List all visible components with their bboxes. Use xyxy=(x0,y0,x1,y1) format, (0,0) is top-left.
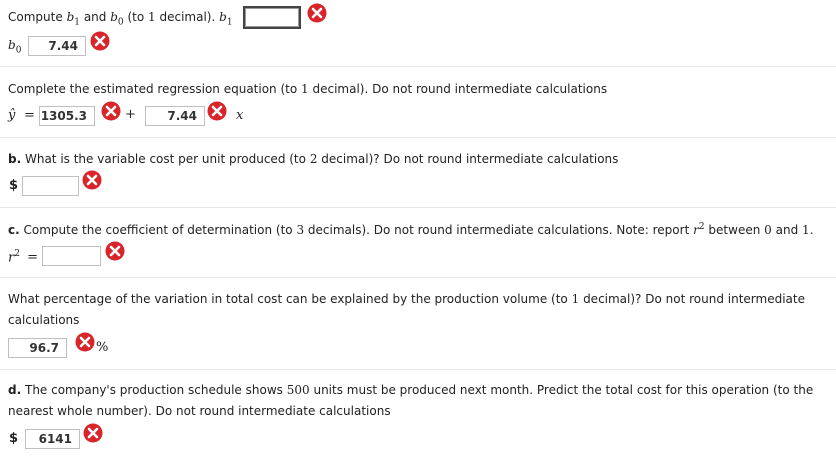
b1-input[interactable] xyxy=(243,6,301,29)
r-squared-label: r2 = xyxy=(8,249,38,266)
b0-input[interactable]: 7.44 xyxy=(28,36,86,56)
divider xyxy=(0,66,836,67)
percentage-prompt-line1: What percentage of the variation in tota… xyxy=(8,292,805,306)
error-icon xyxy=(82,170,102,190)
b0-label: b0 xyxy=(8,38,22,56)
error-icon xyxy=(75,332,95,352)
currency-symbol: $ xyxy=(9,431,19,446)
divider xyxy=(0,369,836,370)
question-b-prompt: b. What is the variable cost per unit pr… xyxy=(8,152,619,166)
divider xyxy=(0,277,836,278)
percentage-prompt-line2: calculations xyxy=(8,313,80,327)
divider xyxy=(0,207,836,208)
question-d-prompt-line1: d. The company's production schedule sho… xyxy=(8,383,814,397)
question-c-prompt: c. Compute the coefficient of determinat… xyxy=(8,222,814,237)
intercept-input[interactable]: 1305.3 xyxy=(39,106,95,126)
divider xyxy=(0,137,836,138)
question-a-prompt: Compute b1 and b0 (to 1 decimal). b1 xyxy=(8,10,233,28)
error-icon xyxy=(307,3,327,23)
error-icon xyxy=(83,423,103,443)
question-d-prompt-line2: nearest whole number). Do not round inte… xyxy=(8,404,391,418)
regression-equation-prompt: Complete the estimated regression equati… xyxy=(8,82,608,96)
equals-sign: = xyxy=(24,108,35,123)
variable-cost-input[interactable] xyxy=(22,176,79,196)
yhat-label: ŷ xyxy=(8,108,16,123)
error-icon xyxy=(207,101,227,121)
error-icon xyxy=(105,241,125,261)
plus-sign: + xyxy=(125,107,136,122)
percent-unit: % xyxy=(96,340,109,355)
error-icon xyxy=(101,101,121,121)
x-variable: x xyxy=(236,108,244,123)
error-icon xyxy=(90,31,110,51)
percentage-input[interactable]: 96.7 xyxy=(8,338,67,358)
slope-input[interactable]: 7.44 xyxy=(145,106,205,126)
r-squared-input[interactable] xyxy=(42,246,101,266)
currency-symbol: $ xyxy=(9,178,19,193)
predicted-cost-input[interactable]: 6141 xyxy=(25,429,80,449)
